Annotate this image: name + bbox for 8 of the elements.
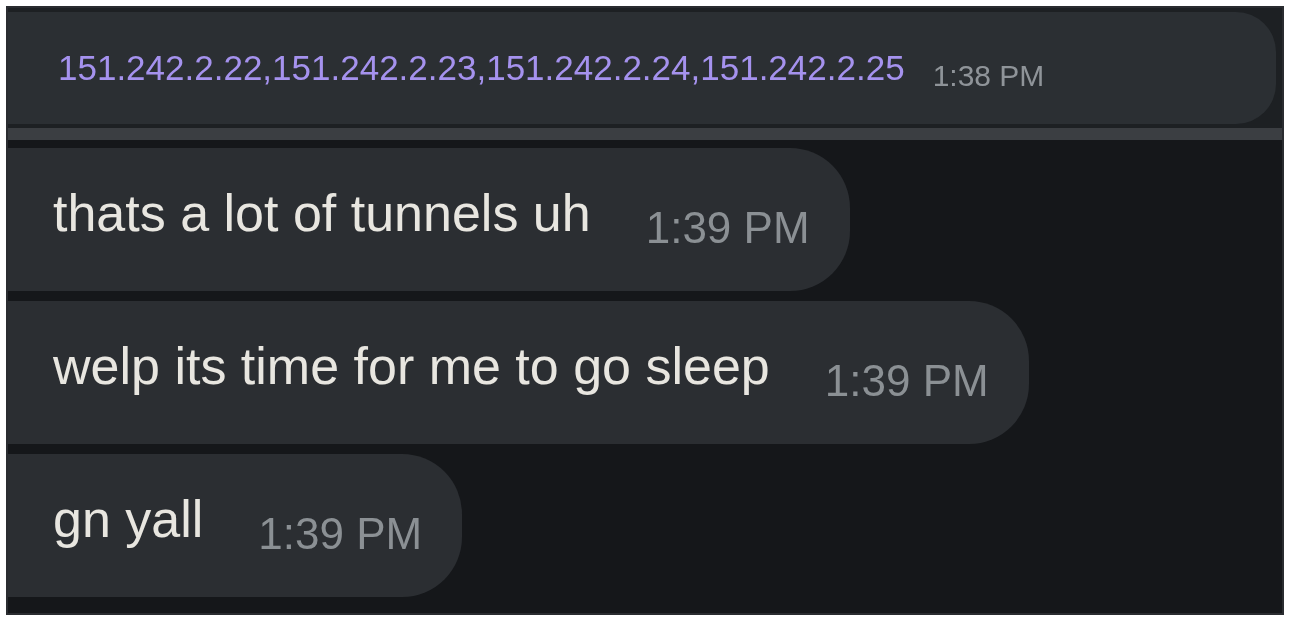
message-time: 1:39 PM [258,508,423,560]
message-text: gn yall [53,489,204,550]
message-text: welp its time for me to go sleep [53,336,770,397]
message-time: 1:39 PM [824,355,989,407]
message-text: thats a lot of tunnels uh [53,183,591,244]
message-time: 1:39 PM [645,202,810,254]
link-text[interactable]: 151.242.2.22,151.242.2.23,151.242.2.24,151.242.2.25 [58,12,905,124]
message-time: 1:38 PM [932,58,1045,94]
